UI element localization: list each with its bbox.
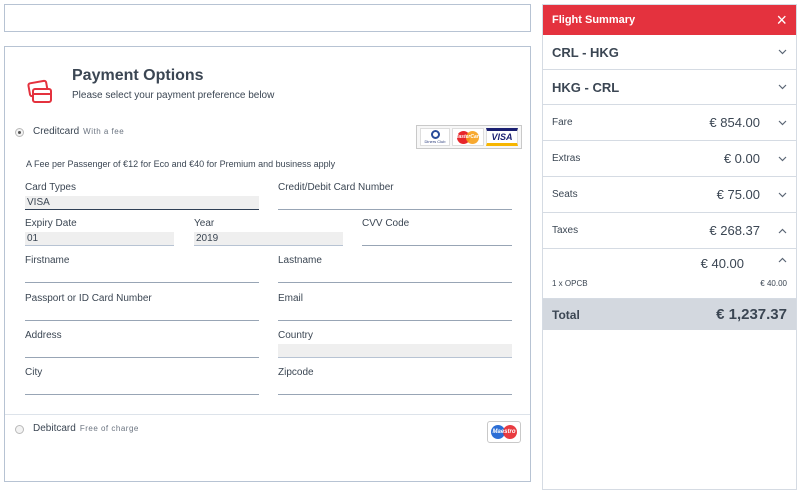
route-hkg-crl[interactable]: HKG - CRL [543,70,796,105]
route-label: CRL - HKG [552,44,619,60]
email-label: Email [278,293,304,304]
diners-club-logo: Diners Club [420,128,450,146]
extras-value: € 0.00 [723,151,760,166]
extras-label: Extras [552,153,581,164]
lastname-field[interactable]: Lastname [278,255,512,283]
card-types-select[interactable]: VISA [25,196,259,210]
total-label: Total [552,307,580,322]
tax-detail-amount: € 40.00 [760,279,787,288]
fare-value: € 854.00 [709,115,760,130]
payment-options-title: Payment Options [72,67,204,84]
creditcard-label: Creditcard [33,126,80,137]
country-select[interactable] [278,344,512,358]
debitcard-label: Debitcard [33,423,76,434]
option-divider [5,414,530,415]
route-label: HKG - CRL [552,79,620,95]
chevron-up-icon[interactable] [778,257,787,263]
taxes-line[interactable]: Taxes € 268.37 [543,213,796,249]
maestro-logo: Maestro [487,421,521,443]
tax-detail: € 40.00 1 x OPCB € 40.00 [543,249,796,299]
chevron-down-icon[interactable] [778,49,787,55]
email-field[interactable]: Email [278,293,512,321]
city-input[interactable] [25,381,259,395]
fare-line[interactable]: Fare € 854.00 [543,105,796,141]
fare-label: Fare [552,117,573,128]
country-label: Country [278,330,314,341]
flight-summary-title: Flight Summary [552,14,636,26]
visa-logo: VISA [486,128,518,146]
total-row: Total € 1,237.37 [543,299,796,330]
lastname-input[interactable] [278,269,512,283]
city-label: City [25,367,43,378]
card-number-input[interactable] [278,196,512,210]
payment-options-subtitle: Please select your payment preference be… [72,90,275,101]
debitcard-note: Free of charge [79,424,139,433]
card-types-field[interactable]: Card Types VISA [25,182,259,210]
payment-options-panel: Payment Options Please select your payme… [4,46,531,482]
lastname-label: Lastname [278,255,322,266]
zipcode-field[interactable]: Zipcode [278,367,512,395]
cvv-field[interactable]: CVV Code [362,218,512,246]
mastercard-logo: MasterCard [452,128,484,146]
cvv-label: CVV Code [362,218,410,229]
zipcode-input[interactable] [278,381,512,395]
top-empty-panel [4,4,531,32]
firstname-field[interactable]: Firstname [25,255,259,283]
city-field[interactable]: City [25,367,259,395]
firstname-input[interactable] [25,269,259,283]
creditcard-radio[interactable] [15,128,24,137]
zipcode-label: Zipcode [278,367,314,378]
cvv-input[interactable] [362,232,512,246]
expiry-date-select[interactable]: 01 [25,232,174,246]
passport-label: Passport or ID Card Number [25,293,152,304]
tax-detail-value: € 40.00 [700,256,744,271]
card-number-field[interactable]: Credit/Debit Card Number [278,182,512,210]
close-icon[interactable]: × [776,11,787,29]
creditcard-option-label[interactable]: Creditcard With a fee [33,126,124,137]
debitcard-option-label[interactable]: Debitcard Free of charge [33,423,139,434]
chevron-down-icon[interactable] [778,156,787,162]
creditcard-note: With a fee [83,127,125,136]
card-logos: Diners Club MasterCard VISA [416,125,522,149]
passport-field[interactable]: Passport or ID Card Number [25,293,259,321]
tax-detail-name: 1 x OPCB [552,279,588,288]
seats-line[interactable]: Seats € 75.00 [543,177,796,213]
address-field[interactable]: Address [25,330,259,358]
country-field[interactable]: Country [278,330,512,358]
taxes-value: € 268.37 [709,223,760,238]
address-input[interactable] [25,344,259,358]
passport-input[interactable] [25,307,259,321]
firstname-label: Firstname [25,255,70,266]
year-field[interactable]: Year 2019 [194,218,343,246]
taxes-label: Taxes [552,225,579,236]
expiry-date-label: Expiry Date [25,218,77,229]
chevron-up-icon[interactable] [778,228,787,234]
fee-note: A Fee per Passenger of €12 for Eco and €… [26,159,336,169]
year-label: Year [194,218,215,229]
route-crl-hkg[interactable]: CRL - HKG [543,35,796,70]
flight-summary-panel: Flight Summary × CRL - HKG HKG - CRL Far… [542,4,797,490]
flight-summary-header: Flight Summary × [543,5,796,35]
email-input[interactable] [278,307,512,321]
chevron-down-icon[interactable] [778,120,787,126]
extras-line[interactable]: Extras € 0.00 [543,141,796,177]
chevron-down-icon[interactable] [778,192,787,198]
card-number-label: Credit/Debit Card Number [278,182,394,193]
card-types-label: Card Types [25,182,76,193]
seats-label: Seats [552,189,578,200]
address-label: Address [25,330,62,341]
chevron-down-icon[interactable] [778,84,787,90]
total-value: € 1,237.37 [716,306,787,323]
expiry-date-field[interactable]: Expiry Date 01 [25,218,174,246]
debitcard-radio[interactable] [15,425,24,434]
credit-card-icon [27,79,52,103]
year-select[interactable]: 2019 [194,232,343,246]
seats-value: € 75.00 [716,187,760,202]
